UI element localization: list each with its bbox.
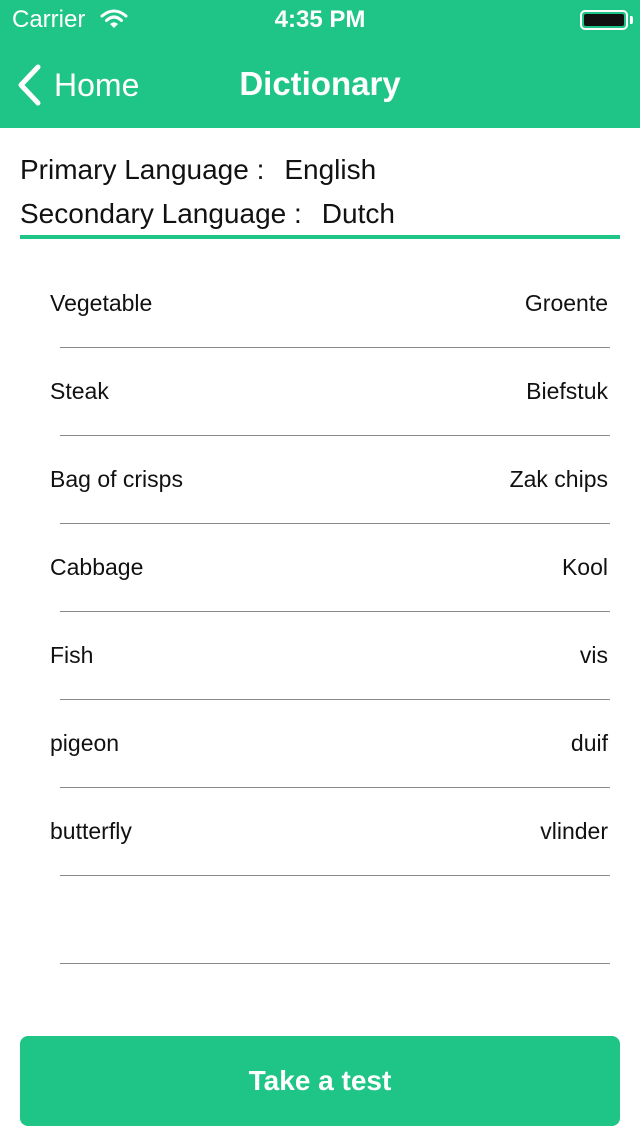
word-primary: butterfly [50,818,132,844]
secondary-language-label: Secondary Language : [20,198,302,229]
list-item[interactable]: pigeon duif [0,700,640,788]
list-item[interactable]: Bag of crisps Zak chips [0,436,640,524]
row-divider [60,963,610,964]
list-item[interactable]: Fish vis [0,612,640,700]
primary-language-label: Primary Language : [20,154,265,185]
list-item[interactable]: Vegetable Groente [0,260,640,348]
word-primary: Steak [50,378,109,404]
language-divider [20,235,620,239]
back-button[interactable]: Home [14,60,164,110]
word-primary: Bag of crisps [50,466,183,492]
word-secondary: vis [579,642,608,668]
battery-tip [630,16,633,24]
secondary-language-value: Dutch [321,198,395,229]
list-item-empty[interactable] [0,876,640,964]
word-secondary: Groente [524,290,608,316]
word-secondary: vlinder [540,818,608,844]
secondary-language-row: Secondary Language : Dutch [20,192,620,236]
primary-language-row: Primary Language : English [20,148,620,192]
nav-header: Carrier 4:35 PM Home Dictionary [0,0,640,128]
battery-icon [580,10,628,30]
status-bar: Carrier 4:35 PM [0,0,640,40]
list-item[interactable]: Steak Biefstuk [0,348,640,436]
word-secondary: duif [570,730,608,756]
word-list[interactable]: Vegetable Groente Steak Biefstuk Bag of … [0,260,640,964]
list-item[interactable]: butterfly vlinder [0,788,640,876]
word-secondary: Zak chips [509,466,608,492]
word-secondary: Kool [561,554,608,580]
word-primary: Fish [50,642,94,668]
status-time: 4:35 PM [274,6,366,33]
word-primary: pigeon [50,730,120,756]
list-item[interactable]: Cabbage Kool [0,524,640,612]
word-primary: Cabbage [50,554,144,580]
language-settings: Primary Language : English Secondary Lang… [20,148,620,236]
word-primary: Vegetable [50,290,153,316]
chevron-left-icon [18,64,41,106]
battery-level [584,14,624,26]
primary-language-value: English [284,154,377,185]
take-test-button[interactable]: Take a test [20,1036,620,1126]
word-secondary: Biefstuk [526,378,608,404]
back-button-label: Home [54,66,140,103]
